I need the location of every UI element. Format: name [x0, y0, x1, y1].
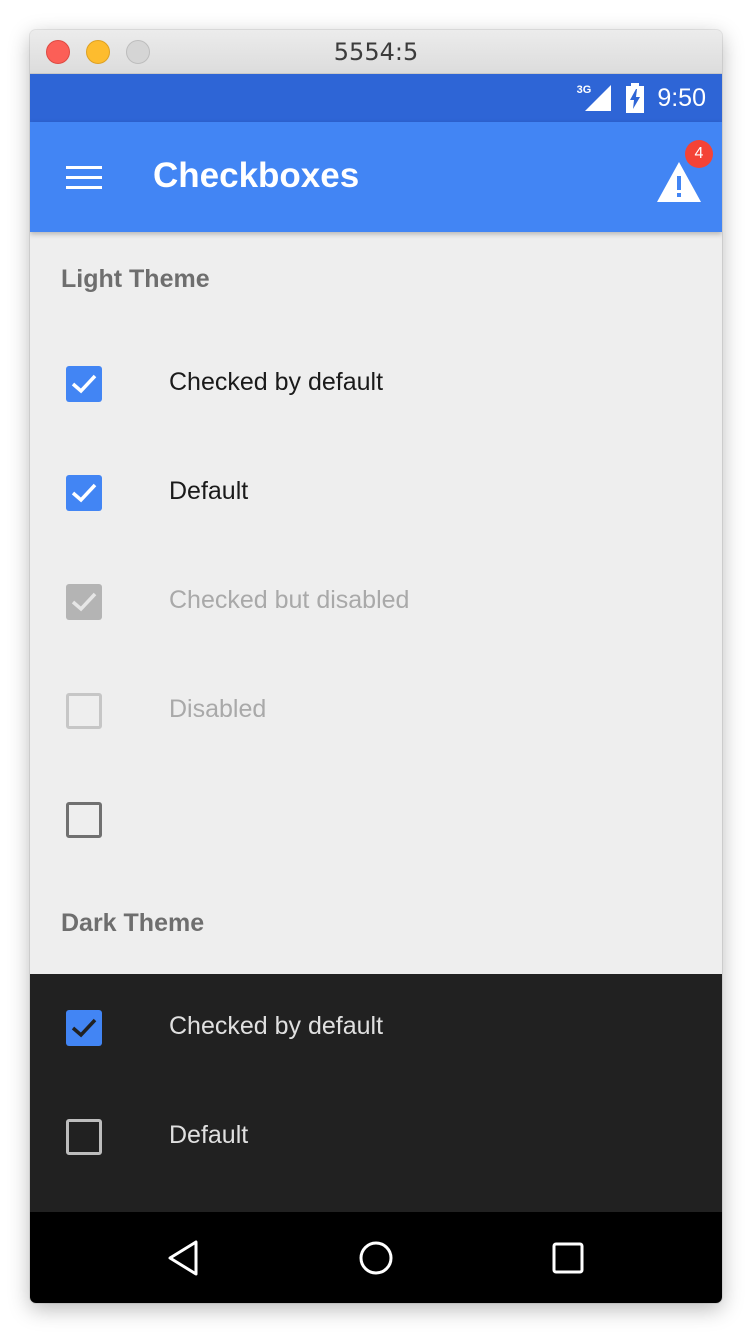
checkbox-checked-disabled: [66, 584, 102, 620]
battery-charging-icon: [626, 83, 645, 113]
app-bar: Checkboxes: [30, 122, 722, 232]
checkbox-row-default[interactable]: Default: [30, 439, 722, 547]
checkbox-label: Checked by default: [169, 1012, 384, 1040]
checkbox-row-checked-by-default[interactable]: Checked by default: [30, 330, 722, 438]
checkmark-icon: [71, 483, 97, 503]
checkbox-row-unlabeled[interactable]: [30, 766, 722, 874]
checkbox-row-disabled: Disabled: [30, 657, 722, 765]
emulator-window: 5554:5 3G 9:50 Checkboxes 4 Light Theme …: [30, 30, 722, 1303]
notification-badge: 4: [685, 140, 713, 168]
status-time: 9:50: [657, 83, 706, 112]
signal-icon: [585, 85, 612, 111]
checkbox-unchecked[interactable]: [66, 802, 102, 838]
checkbox-label: Checked by default: [169, 368, 384, 396]
checkbox-label: Checked but disabled: [169, 586, 410, 614]
checkbox-row-dark-default[interactable]: Default: [30, 1083, 722, 1191]
checkbox-row-dark-checked-by-default[interactable]: Checked by default: [30, 974, 722, 1082]
checkmark-icon: [71, 374, 97, 394]
checkbox-label: Disabled: [169, 695, 267, 723]
page-title: Checkboxes: [153, 156, 360, 195]
dark-theme-panel: Checked by default Default: [30, 974, 722, 1212]
checkbox-list: Light Theme Checked by default Default C…: [30, 232, 722, 1212]
dark-theme-heading: Dark Theme: [61, 909, 205, 937]
checkbox-unchecked-disabled: [66, 693, 102, 729]
checkbox-checked[interactable]: [66, 1010, 102, 1046]
checkbox-row-checked-disabled: Checked but disabled: [30, 548, 722, 656]
checkbox-label: Default: [169, 477, 249, 505]
window-title: 5554:5: [333, 38, 419, 66]
checkbox-unchecked[interactable]: [66, 1119, 102, 1155]
checkmark-icon: [71, 1018, 97, 1038]
recents-icon[interactable]: [549, 1239, 587, 1277]
status-bar: 3G 9:50: [30, 74, 722, 122]
back-icon[interactable]: [165, 1239, 203, 1277]
menu-icon[interactable]: [66, 166, 102, 190]
navigation-bar: [30, 1212, 722, 1303]
checkbox-checked[interactable]: [66, 366, 102, 402]
light-theme-heading: Light Theme: [61, 265, 210, 293]
window-titlebar: 5554:5: [30, 30, 722, 74]
checkbox-checked[interactable]: [66, 475, 102, 511]
home-icon[interactable]: [357, 1239, 395, 1277]
checkmark-icon: [71, 592, 97, 612]
checkbox-label: Default: [169, 1121, 249, 1149]
